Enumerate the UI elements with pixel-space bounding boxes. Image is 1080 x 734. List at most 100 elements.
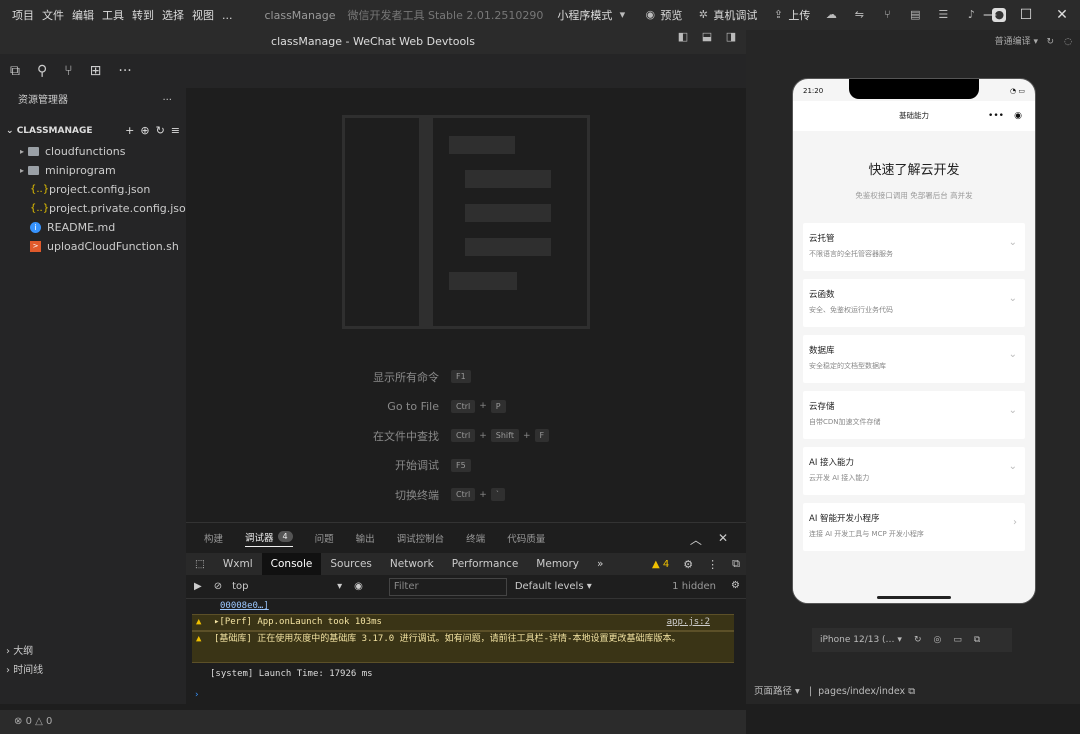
project-root[interactable]: ⌄ CLASSMANAGE + ⊕ ↻ ≡ (0, 120, 186, 142)
minimize-icon[interactable]: — (972, 0, 1008, 30)
page-path-label[interactable]: 页面路径 (754, 686, 792, 697)
outline-section[interactable]: › 大纲 (0, 642, 186, 661)
menu-view[interactable]: 视图 (188, 7, 218, 23)
tree-item[interactable]: {..} project.private.config.json (0, 199, 193, 218)
tab-code-quality[interactable]: 代码质量 (507, 531, 545, 545)
extensions-icon[interactable]: ⊞ (90, 63, 102, 79)
feature-card[interactable]: AI 智能开发小程序 连接 AI 开发工具与 MCP 开发小程序 › (803, 503, 1025, 551)
preview-button[interactable]: ◉ 预览 (643, 7, 683, 23)
maximize-icon[interactable]: ☐ (1008, 0, 1044, 30)
new-folder-icon[interactable]: ⊕ (140, 120, 149, 142)
refresh-icon[interactable]: ↻ (1046, 30, 1054, 54)
tab-debug-console[interactable]: 调试控制台 (397, 531, 445, 545)
log-line-warning[interactable]: ▲ ▸[Perf] App.onLaunch took 103ms app.js:2 (192, 614, 734, 631)
menu-project[interactable]: 项目 (8, 7, 38, 23)
explorer-more-icon[interactable]: ··· (162, 88, 172, 114)
shortcut-row[interactable]: 切换终端 Ctrl + ` (186, 480, 746, 510)
tab-console[interactable]: Console (261, 553, 322, 575)
settings-button[interactable]: ☰ (936, 8, 950, 22)
menu-select[interactable]: 选择 (158, 7, 188, 23)
menu-goto[interactable]: 转到 (128, 7, 158, 23)
window-icon[interactable]: ⧉ (974, 635, 980, 645)
kebab-menu-icon[interactable]: ⋮ (707, 558, 718, 571)
branch-button[interactable]: ⑂ (880, 8, 894, 22)
shortcut-row[interactable]: 开始调试 F5 (186, 451, 746, 481)
gear-icon[interactable]: ⚙ (731, 580, 740, 591)
tab-build[interactable]: 构建 (204, 531, 223, 545)
more-tabs-icon[interactable]: » (588, 553, 612, 575)
tab-terminal[interactable]: 终端 (466, 531, 485, 545)
tab-sources[interactable]: Sources (321, 553, 381, 575)
upload-button[interactable]: ⇪ 上传 (771, 7, 811, 23)
mode-select[interactable]: 小程序模式 ▾ (557, 7, 629, 23)
timeline-section[interactable]: › 时间线 (0, 661, 186, 680)
tab-performance[interactable]: Performance (443, 553, 528, 575)
more-icon[interactable]: ••• (988, 101, 1004, 131)
shortcut-row[interactable]: 显示所有命令 F1 (186, 362, 746, 392)
inspect-icon[interactable]: ⬚ (186, 553, 214, 575)
tab-problems[interactable]: 问题 (315, 531, 334, 545)
compile-mode-select[interactable]: 普通编译 ▾ (995, 37, 1038, 47)
feature-card[interactable]: 云存储 自带CDN加速文件存储 ⌄ (803, 391, 1025, 439)
tree-item[interactable]: ▸ miniprogram (0, 161, 186, 180)
refresh-icon[interactable]: ↻ (156, 120, 165, 142)
device-select[interactable]: iPhone 12/13 (… ▾ (820, 635, 902, 645)
menu-tools[interactable]: 工具 (98, 7, 128, 23)
levels-select[interactable]: Default levels ▾ (515, 581, 592, 592)
shortcut-row[interactable]: 在文件中查找 Ctrl + Shift + F (186, 421, 746, 451)
toggle-panel-icon[interactable]: ⬓ (700, 30, 714, 44)
tree-item[interactable]: i README.md (0, 218, 186, 237)
close-icon[interactable]: ✕ (1044, 0, 1080, 30)
menu-edit[interactable]: 编辑 (68, 7, 98, 23)
filter-input[interactable]: Filter (388, 577, 507, 596)
copy-icon[interactable]: ⧉ (908, 686, 915, 697)
toggle-secondary-icon[interactable]: ◨ (724, 30, 738, 44)
gear-icon[interactable]: ⚙ (683, 558, 693, 571)
more-icon[interactable]: ··· (118, 63, 131, 79)
close-icon[interactable]: ✕ (718, 531, 728, 548)
close-target-icon[interactable]: ◉ (1014, 101, 1022, 131)
console-prompt[interactable]: › (186, 688, 746, 703)
warning-icon[interactable]: △ (35, 716, 43, 727)
feature-card[interactable]: 云函数 安全、免鉴权运行业务代码 ⌄ (803, 279, 1025, 327)
menu-more[interactable]: ... (218, 9, 237, 22)
feature-card[interactable]: AI 接入能力 云开发 AI 接入能力 ⌄ (803, 447, 1025, 495)
chevron-up-icon[interactable]: ︿ (690, 531, 702, 548)
context-select[interactable]: top ▾ (232, 581, 342, 592)
tab-memory[interactable]: Memory (527, 553, 588, 575)
undock-icon[interactable]: ⧉ (732, 557, 740, 571)
shortcut-row[interactable]: Go to File Ctrl + P (186, 392, 746, 422)
log-line-warning[interactable]: ▲ [基础库] 正在使用灰度中的基础库 3.17.0 进行调试。如有问题，请前往工… (192, 631, 734, 663)
cloud-button[interactable]: ☁ (824, 8, 838, 22)
settings-icon[interactable]: ◌ (1064, 30, 1072, 54)
source-control-icon[interactable]: ⑂ (64, 63, 72, 79)
tab-network[interactable]: Network (381, 553, 443, 575)
tab-wxml[interactable]: Wxml (214, 553, 262, 575)
source-link[interactable]: app.js:2 (667, 615, 710, 630)
tree-item[interactable]: > uploadCloudFunction.sh (0, 237, 186, 256)
warning-counter[interactable]: ▲ 4 (652, 559, 669, 570)
switch-button[interactable]: ⇋ (852, 8, 866, 22)
tree-item[interactable]: ▸ cloudfunctions (0, 142, 186, 161)
tab-output[interactable]: 输出 (356, 531, 375, 545)
feature-card[interactable]: 云托管 不限语言的全托管容器服务 ⌄ (803, 223, 1025, 271)
stop-icon[interactable]: ◎ (934, 635, 942, 645)
remote-debug-button[interactable]: ✲ 真机调试 (696, 7, 758, 23)
menu-file[interactable]: 文件 (38, 7, 68, 23)
search-icon[interactable]: ⚲ (37, 63, 47, 79)
new-file-icon[interactable]: + (125, 120, 134, 142)
eye-icon[interactable]: ◉ (354, 581, 363, 592)
log-line[interactable]: 00008e0…] (186, 599, 746, 614)
rotate-icon[interactable]: ↻ (914, 635, 922, 645)
tab-debugger[interactable]: 调试器 4 (245, 530, 293, 547)
error-icon[interactable]: ⊗ (14, 716, 22, 727)
clear-console-icon[interactable]: ⊘ (214, 581, 222, 592)
files-icon[interactable]: ⧉ (10, 63, 20, 79)
toggle-sidebar-icon[interactable]: ◧ (676, 30, 690, 44)
screenshot-icon[interactable]: ▭ (953, 635, 962, 645)
sidebar-toggle-icon[interactable]: ▶ (194, 581, 202, 592)
layout-button[interactable]: ▤ (908, 8, 922, 22)
tree-item[interactable]: {..} project.config.json (0, 180, 186, 199)
collapse-icon[interactable]: ≡ (171, 120, 180, 142)
feature-card[interactable]: 数据库 安全稳定的文档型数据库 ⌄ (803, 335, 1025, 383)
